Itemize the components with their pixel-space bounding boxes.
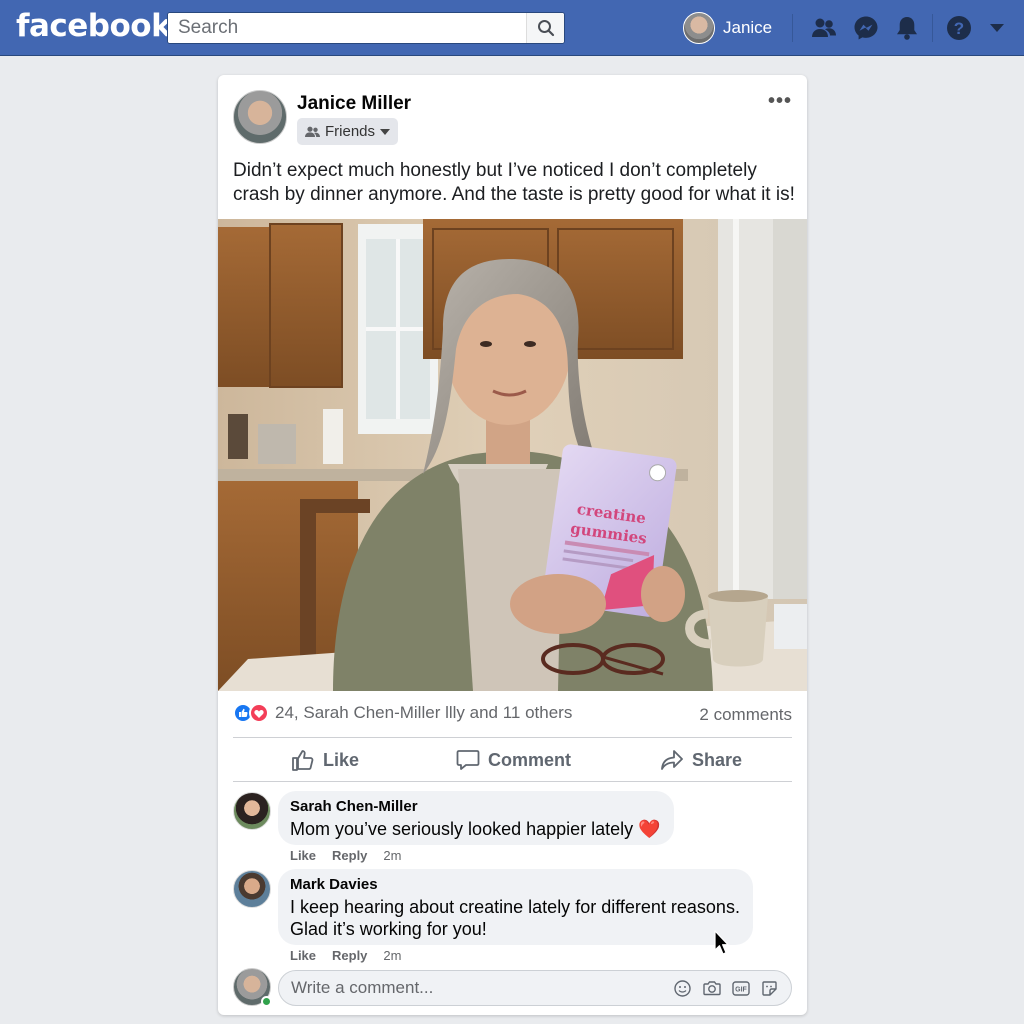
comment-button[interactable]: Comment <box>456 747 571 773</box>
commenter-avatar[interactable] <box>233 792 271 830</box>
help-icon[interactable]: ? <box>943 12 975 44</box>
comment-reply-link[interactable]: Reply <box>332 948 367 963</box>
share-label: Share <box>692 749 743 770</box>
profile-shortcut[interactable]: Janice <box>683 11 772 45</box>
comment-composer: GIF <box>278 970 792 1006</box>
friend-requests-icon[interactable] <box>808 12 840 44</box>
comment-bubble: Mark Davies I keep hearing about creatin… <box>278 869 753 945</box>
comment-timestamp: 2m <box>383 948 402 963</box>
comment-author[interactable]: Sarah Chen-Miller <box>290 798 661 816</box>
comment-bubble-icon <box>456 750 480 770</box>
sticker-icon[interactable] <box>760 979 779 998</box>
post-author-name[interactable]: Janice Miller <box>297 93 411 115</box>
comment-reply-link[interactable]: Reply <box>332 848 367 863</box>
love-reaction-icon <box>249 703 269 723</box>
like-button[interactable]: Like <box>291 747 359 773</box>
comment-text-line: Glad it’s working for you! <box>290 919 487 939</box>
svg-text:GIF: GIF <box>735 986 747 993</box>
nav-divider <box>792 14 793 42</box>
author-avatar[interactable] <box>233 90 287 144</box>
post-card: Janice Miller Friends ••• Didn’t expect … <box>218 75 807 1015</box>
comment-bubble: Sarah Chen-Miller Mom you’ve seriously l… <box>278 791 674 845</box>
kitchen-photo: creatine gummies <box>218 219 807 691</box>
friends-icon <box>305 126 320 137</box>
avatar <box>683 12 715 44</box>
caret-down-icon <box>380 128 391 135</box>
share-button[interactable]: Share <box>660 747 742 773</box>
audience-label: Friends <box>325 123 376 140</box>
reactions-count: 24, Sarah Chen-Miller llly and 11 others <box>275 703 573 722</box>
comment-actions: Like Reply 2m <box>290 948 401 963</box>
search-input[interactable] <box>168 13 526 43</box>
heart-emoji-icon: ❤️ <box>638 819 661 839</box>
svg-text:?: ? <box>954 19 964 38</box>
search-icon <box>537 20 554 37</box>
comment-like-link[interactable]: Like <box>290 948 316 963</box>
messenger-icon[interactable] <box>850 12 882 44</box>
camera-icon[interactable] <box>702 979 721 998</box>
online-status-dot <box>261 996 272 1007</box>
notifications-bell-icon[interactable] <box>891 12 923 44</box>
post-text: Didn’t expect much honestly but I’ve not… <box>233 160 795 205</box>
comment-label: Comment <box>488 749 572 770</box>
search-box <box>167 12 565 44</box>
comment-input[interactable] <box>291 978 673 998</box>
gif-icon[interactable]: GIF <box>731 979 750 998</box>
composer-icons: GIF <box>673 979 791 998</box>
comment-timestamp: 2m <box>383 848 402 863</box>
account-menu-chevron-down-icon[interactable] <box>981 12 1013 44</box>
audience-selector[interactable]: Friends <box>297 118 399 145</box>
mouse-pointer-icon <box>714 930 729 955</box>
nav-divider <box>932 14 933 42</box>
comments-count[interactable]: 2 comments <box>699 705 792 725</box>
comment-text-line: I keep hearing about creatine lately for… <box>290 897 740 917</box>
emoji-icon[interactable] <box>673 979 692 998</box>
post-photo[interactable]: creatine gummies <box>218 219 807 691</box>
comment-like-link[interactable]: Like <box>290 848 316 863</box>
divider <box>233 737 792 738</box>
post-options-icon[interactable]: ••• <box>768 90 792 113</box>
divider <box>233 781 792 782</box>
search-button[interactable] <box>526 13 564 43</box>
profile-name: Janice <box>723 18 773 37</box>
comment-text: Mom you’ve seriously looked happier late… <box>290 819 661 839</box>
top-navigation-bar: facebook Janice ? <box>0 0 1024 56</box>
reactions-summary[interactable]: 24, Sarah Chen-Miller llly and 11 others <box>233 703 572 723</box>
comment-actions: Like Reply 2m <box>290 848 401 863</box>
thumbs-up-icon <box>292 750 314 771</box>
facebook-logo[interactable]: facebook <box>16 8 172 44</box>
share-arrow-icon <box>661 750 683 770</box>
like-label: Like <box>323 749 360 770</box>
commenter-avatar[interactable] <box>233 870 271 908</box>
comment-author[interactable]: Mark Davies <box>290 876 740 894</box>
